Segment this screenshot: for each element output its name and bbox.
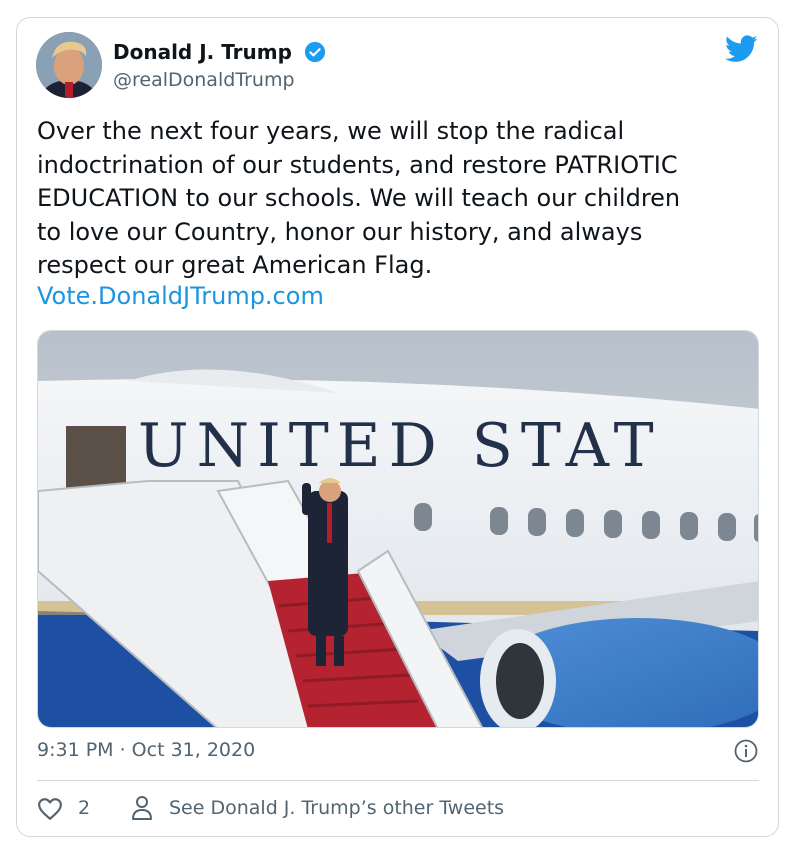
- divider: [37, 780, 759, 781]
- heart-icon[interactable]: [37, 797, 63, 821]
- tweet-timestamp[interactable]: 9:31 PM · Oct 31, 2020: [37, 739, 255, 761]
- avatar[interactable]: [36, 32, 102, 98]
- twitter-bird-icon[interactable]: [725, 35, 758, 63]
- person-icon[interactable]: [131, 795, 153, 821]
- author-name[interactable]: Donald J. Trump: [113, 40, 292, 64]
- author-handle[interactable]: @realDonaldTrump: [113, 69, 295, 91]
- tweet-link[interactable]: Vote.DonaldJTrump.com: [37, 282, 324, 310]
- info-icon[interactable]: [734, 739, 758, 763]
- tweet-photo[interactable]: UNITED STAT: [37, 330, 759, 728]
- tweet-text: Over the next four years, we will stop t…: [37, 117, 681, 280]
- like-count[interactable]: 2: [78, 797, 90, 819]
- plane-lettering: UNITED STAT: [138, 411, 662, 481]
- other-tweets-link[interactable]: See Donald J. Trump’s other Tweets: [169, 797, 504, 819]
- verified-badge-icon: [304, 41, 326, 63]
